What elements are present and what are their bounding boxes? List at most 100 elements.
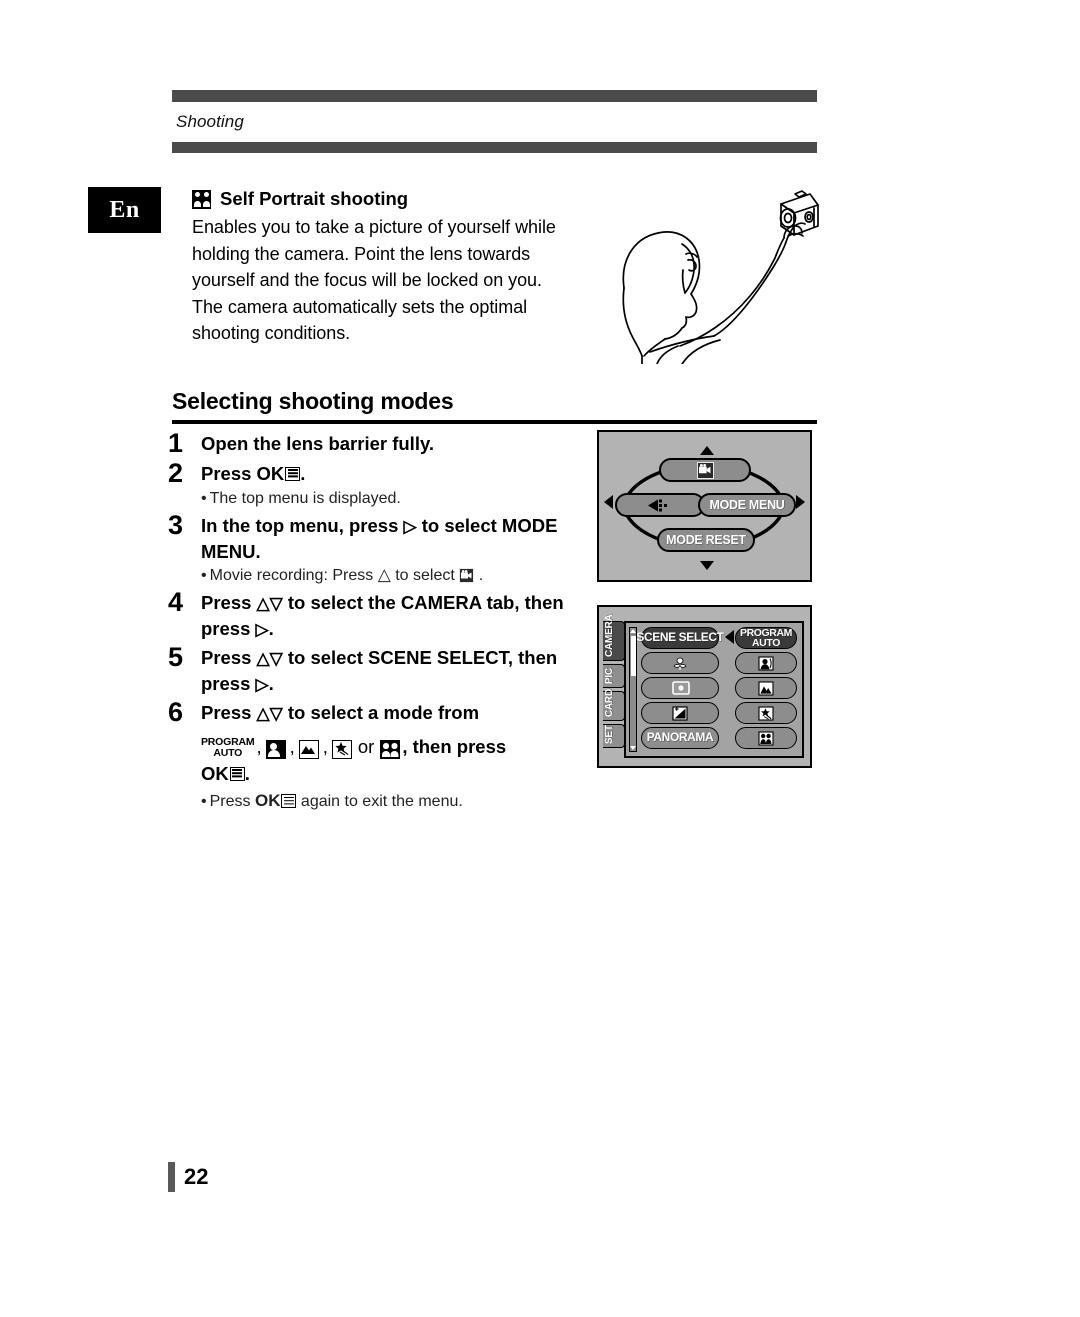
ok-label: OK: [254, 791, 281, 810]
step-number: 5: [168, 642, 184, 672]
mode-menu-right-column: PROGRAM AUTO: [735, 627, 797, 749]
self-portrait-icon: [380, 740, 401, 759]
section-heading-rule: [172, 420, 817, 424]
step-6-note-after: again to exit the menu.: [300, 793, 463, 810]
running-header: Shooting: [172, 90, 817, 153]
up-down-arrow-icons: △▽: [256, 594, 283, 613]
movie-record-icon: [696, 461, 714, 479]
step-6: 6 Press △▽ to select a mode from PROGRAM…: [168, 697, 583, 786]
top-menu-item-drive-mode[interactable]: [615, 493, 705, 517]
header-band: Shooting: [172, 102, 817, 142]
self-portrait-icon: [192, 189, 211, 209]
step-text: Press OK .: [201, 458, 305, 486]
step-4: 4 Press △▽ to select the CAMERA tab, the…: [168, 587, 583, 642]
down-arrow-icon: [700, 561, 714, 570]
right-arrow-icon: ▷: [403, 517, 417, 536]
menu-item-panorama[interactable]: PANORAMA: [641, 727, 719, 749]
tab-pic[interactable]: PIC: [603, 664, 625, 688]
separator-comma: ,: [322, 736, 328, 757]
step-6-note: • Press OK again to exit the menu.: [168, 790, 583, 813]
ok-label: OK: [256, 463, 285, 484]
mode-menu-tab-strip: CAMERA PIC CARD SET: [603, 614, 625, 748]
up-down-arrow-icons: △▽: [256, 704, 283, 723]
program-auto-glyph: PROGRAM AUTO: [201, 737, 255, 759]
step-3-note-period: .: [478, 567, 484, 584]
header-rule-top: [172, 90, 817, 102]
left-arrow-icon: [604, 495, 613, 509]
step-text-before: Press: [201, 647, 252, 668]
step-3-note-before: Movie recording: Press: [209, 567, 374, 584]
tab-camera[interactable]: CAMERA: [603, 614, 625, 661]
page-number: 22: [168, 1162, 208, 1192]
top-menu-item-mode-reset[interactable]: MODE RESET: [657, 528, 755, 552]
step-number: 3: [168, 510, 184, 540]
menu-item-program-auto[interactable]: PROGRAM AUTO: [735, 627, 797, 649]
scrollbar-thumb[interactable]: [630, 636, 636, 676]
self-portrait-icon: [758, 730, 774, 746]
macro-tulip-icon: [672, 656, 688, 671]
up-arrow-icon: [700, 446, 714, 455]
or-text: or: [357, 736, 375, 757]
menu-item-spot-metering[interactable]: [641, 677, 719, 699]
tab-card[interactable]: CARD: [603, 689, 625, 721]
step-text: Press △▽ to select a mode from PROGRAM A…: [201, 697, 583, 786]
right-arrow-icon: [796, 495, 805, 509]
person-holding-camera-selfie-illustration: [562, 186, 820, 365]
program-auto-line2: AUTO: [213, 747, 243, 759]
ok-label: OK: [201, 763, 229, 784]
step-text: Press △▽ to select the CAMERA tab, then …: [201, 587, 583, 642]
header-rule-bottom: [172, 142, 817, 153]
step-text-after: .: [268, 618, 274, 639]
scrollbar[interactable]: [629, 627, 637, 752]
tab-set[interactable]: SET: [603, 724, 625, 748]
menu-icon: [281, 794, 297, 808]
drive-mode-icon: [646, 498, 674, 513]
step-3-note-after: to select: [395, 567, 455, 584]
top-menu-screen: MODE MENU MODE RESET: [597, 430, 812, 582]
night-scene-icon: [331, 740, 352, 759]
step-5: 5 Press △▽ to select SCENE SELECT, then …: [168, 642, 583, 697]
separator-comma: ,: [289, 736, 295, 757]
menu-item-self-portrait[interactable]: [735, 727, 797, 749]
self-portrait-section: Self Portrait shooting Enables you to ta…: [192, 188, 562, 347]
up-down-arrow-icons: △▽: [256, 649, 283, 668]
step-text: Press △▽ to select SCENE SELECT, then pr…: [201, 642, 583, 697]
scroll-up-arrow-icon[interactable]: [630, 629, 636, 633]
menu-icon: [285, 466, 301, 481]
right-arrow-icon: ▷: [255, 620, 269, 639]
spot-metering-icon: [672, 680, 690, 696]
step-number: 4: [168, 587, 184, 617]
step-3-note: • Movie recording: Press △ to select .: [168, 564, 583, 587]
self-portrait-body-text: Enables you to take a picture of yoursel…: [192, 217, 556, 343]
bullet-dot: •: [201, 567, 207, 584]
step-2-note-text: The top menu is displayed.: [209, 490, 401, 507]
top-menu-item-movie-record[interactable]: [659, 458, 751, 482]
top-menu-item-mode-menu[interactable]: MODE MENU: [698, 493, 796, 517]
step-text-mid: to select a mode from: [287, 702, 480, 723]
step-1: 1 Open the lens barrier fully.: [168, 428, 583, 458]
step-2-note: • The top menu is displayed.: [168, 488, 583, 510]
menu-item-macro[interactable]: [641, 652, 719, 674]
landscape-icon: [298, 740, 319, 759]
step-number: 2: [168, 458, 184, 488]
right-arrow-icon: ▷: [255, 675, 269, 694]
menu-item-scene-select[interactable]: SCENE SELECT: [636, 627, 724, 649]
selection-left-arrow-icon: [725, 630, 734, 644]
section-heading: Selecting shooting modes: [172, 388, 817, 424]
self-portrait-heading: Self Portrait shooting: [192, 188, 562, 210]
mode-menu-panel: SCENE SELECT PANORAMA PROGRAM AUTO: [624, 621, 804, 758]
step-text-before: In the top menu, press: [201, 515, 399, 536]
ok-button-glyph: OK: [255, 790, 297, 812]
scroll-down-arrow-icon[interactable]: [630, 746, 636, 750]
menu-item-landscape[interactable]: [735, 677, 797, 699]
menu-item-portrait[interactable]: [735, 652, 797, 674]
step-text: In the top menu, press ▷ to select MODE …: [201, 510, 583, 564]
page-number-text: 22: [184, 1164, 209, 1189]
language-badge: En: [88, 187, 161, 233]
menu-item-night-scene[interactable]: [735, 702, 797, 724]
step-number: 1: [168, 428, 184, 458]
page-number-marker: [168, 1162, 175, 1192]
step-text: Open the lens barrier fully.: [201, 433, 435, 454]
menu-item-exposure-compensation[interactable]: [641, 702, 719, 724]
mode-menu-left-column: SCENE SELECT PANORAMA: [636, 627, 724, 749]
